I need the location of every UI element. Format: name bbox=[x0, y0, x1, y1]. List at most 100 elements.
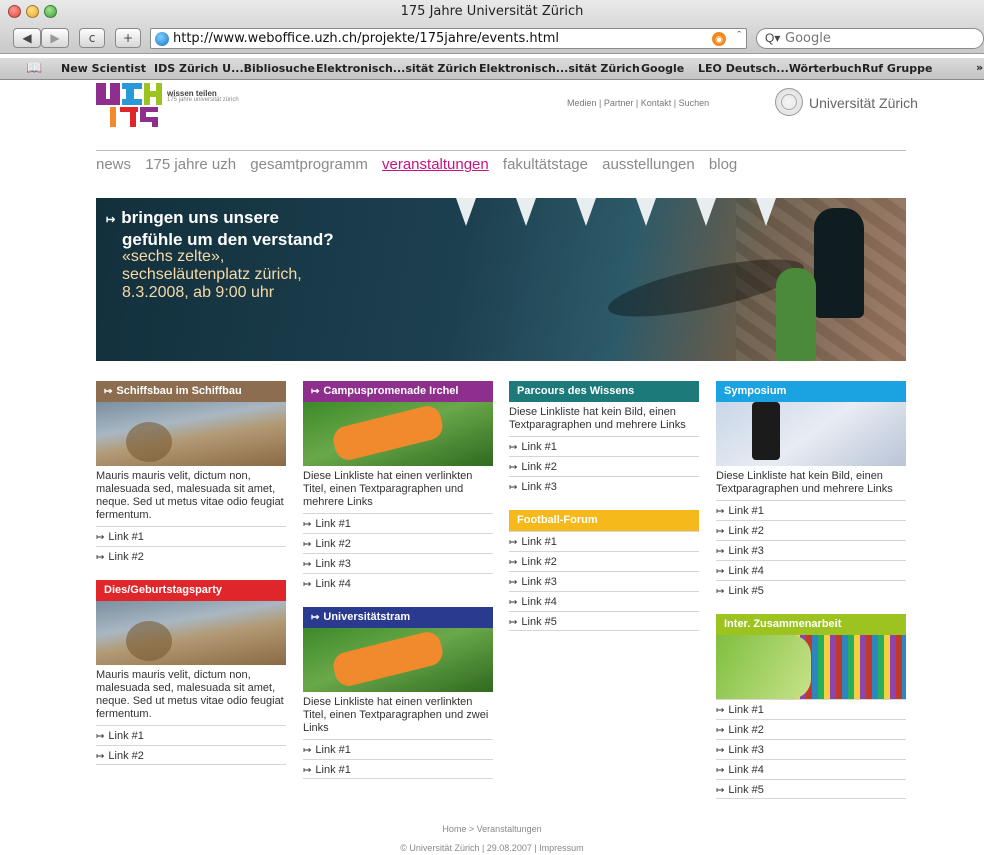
banner-details: «sechs zelte», sechseläutenplatz zürich,… bbox=[122, 248, 422, 302]
reload-button[interactable]: c bbox=[79, 28, 105, 48]
bookmark-item[interactable]: Elektronisch...sität Zürich bbox=[316, 62, 477, 75]
box-title[interactable]: Symposium bbox=[716, 381, 906, 402]
list-link[interactable]: ↦ Link #2 bbox=[509, 551, 699, 571]
box-text: Diese Linkliste hat kein Bild, einen Tex… bbox=[716, 470, 893, 495]
banner-line: gefühle um den verstand? bbox=[122, 230, 334, 249]
link-partner[interactable]: Partner bbox=[604, 98, 634, 108]
bookmark-item[interactable]: Google bbox=[641, 62, 684, 75]
bookmarks-overflow-icon[interactable]: » bbox=[976, 61, 983, 74]
list-link[interactable]: ↦ Link #5 bbox=[716, 779, 906, 799]
box-image bbox=[303, 628, 493, 692]
list-link[interactable]: ↦ Link #3 bbox=[303, 553, 493, 573]
chevron-up-icon[interactable]: ˆ bbox=[737, 30, 741, 42]
banner-person bbox=[776, 268, 816, 361]
list-link[interactable]: ↦ Link #1 bbox=[509, 531, 699, 551]
link-suchen[interactable]: Suchen bbox=[679, 98, 710, 108]
column-1: ↦ Schiffsbau im Schiffbau Mauris mauris v… bbox=[96, 381, 286, 765]
search-box[interactable]: Q▾ bbox=[756, 28, 984, 49]
bookmark-item[interactable]: Ruf Gruppe bbox=[862, 62, 932, 75]
list-link[interactable]: ↦ Link #3 bbox=[716, 739, 906, 759]
list-link[interactable]: ↦ Link #2 bbox=[96, 546, 286, 566]
back-button[interactable]: ◀ bbox=[13, 28, 41, 48]
list-link[interactable]: ↦ Link #2 bbox=[716, 719, 906, 739]
link-kontakt[interactable]: Kontakt bbox=[641, 98, 672, 108]
list-link[interactable]: ↦ Link #1 bbox=[303, 513, 493, 533]
bookmarks-bar: 📖 New Scientist IDS Zürich U...Bibliosuc… bbox=[0, 58, 984, 80]
list-link[interactable]: ↦ Link #4 bbox=[716, 560, 906, 580]
box-title[interactable]: ↦ Universitätstram bbox=[303, 607, 493, 628]
banner-line: «sechs zelte», bbox=[122, 248, 225, 265]
logo-subtagline: 175 jahre universität zürich bbox=[167, 97, 239, 103]
utility-links: Medien | Partner | Kontakt | Suchen bbox=[567, 98, 710, 108]
footer-copyright[interactable]: © Universität Zürich | 29.08.2007 | Impr… bbox=[0, 843, 984, 853]
rss-icon[interactable]: ◉ bbox=[712, 32, 726, 46]
box-image bbox=[96, 402, 286, 466]
box-text: Diese Linkliste hat einen verlinkten Tit… bbox=[303, 696, 489, 734]
list-link[interactable]: ↦ Link #3 bbox=[716, 540, 906, 560]
box-title[interactable]: ↦ Schiffsbau im Schiffbau bbox=[96, 381, 286, 402]
banner-headline: ↦ bringen uns unsere gefühle um den verst… bbox=[106, 208, 406, 250]
list-link[interactable]: ↦ Link #1 bbox=[716, 500, 906, 520]
list-link[interactable]: ↦ Link #1 bbox=[303, 739, 493, 759]
bookmark-item[interactable]: New Scientist bbox=[61, 62, 146, 75]
nav-ausstellungen[interactable]: ausstellungen bbox=[602, 156, 695, 173]
list-link[interactable]: ↦ Link #1 bbox=[96, 526, 286, 546]
university-name[interactable]: Universität Zürich bbox=[809, 95, 918, 111]
bookmark-item[interactable]: IDS Zürich U...Bibliosuche bbox=[154, 62, 315, 75]
box-text: Mauris mauris velit, dictum non, malesua… bbox=[96, 669, 284, 720]
box-title[interactable]: Dies/Geburtstagsparty bbox=[96, 580, 286, 601]
box-image bbox=[96, 601, 286, 665]
url-text[interactable]: http://www.weboffice.uzh.ch/projekte/175… bbox=[173, 31, 559, 46]
list-link[interactable]: ↦ Link #1 bbox=[303, 759, 493, 779]
nav-fakultaetstage[interactable]: fakultätstage bbox=[503, 156, 588, 173]
address-bar[interactable]: http://www.weboffice.uzh.ch/projekte/175… bbox=[150, 28, 747, 49]
link-medien[interactable]: Medien bbox=[567, 98, 597, 108]
box-title[interactable]: Inter. Zusammenarbeit bbox=[716, 614, 906, 635]
list-link[interactable]: ↦ Link #3 bbox=[509, 476, 699, 496]
box-title[interactable]: Parcours des Wissens bbox=[509, 381, 699, 402]
divider bbox=[96, 150, 906, 151]
arrow-icon: ↦ bbox=[106, 214, 116, 226]
list-link[interactable]: ↦ Link #3 bbox=[509, 571, 699, 591]
search-input[interactable] bbox=[785, 31, 975, 46]
column-4: Symposium Diese Linkliste hat kein Bild,… bbox=[716, 381, 906, 799]
bookmark-item[interactable]: Elektronisch...sität Zürich bbox=[479, 62, 640, 75]
banner-person bbox=[814, 208, 864, 318]
nav-gesamtprogramm[interactable]: gesamtprogramm bbox=[250, 156, 368, 173]
list-link[interactable]: ↦ Link #1 bbox=[716, 699, 906, 719]
nav-175-jahre-uzh[interactable]: 175 jahre uzh bbox=[145, 156, 236, 173]
list-link[interactable]: ↦ Link #5 bbox=[509, 611, 699, 631]
book-icon[interactable]: 📖 bbox=[26, 61, 42, 76]
box-title[interactable]: ↦ Campuspromenade Irchel bbox=[303, 381, 493, 402]
main-navigation: news 175 jahre uzh gesamtprogramm verans… bbox=[96, 156, 747, 173]
nav-news[interactable]: news bbox=[96, 156, 131, 173]
breadcrumb[interactable]: Home > Veranstaltungen bbox=[0, 824, 984, 834]
list-link[interactable]: ↦ Link #2 bbox=[509, 456, 699, 476]
list-link[interactable]: ↦ Link #1 bbox=[96, 725, 286, 745]
list-link[interactable]: ↦ Link #2 bbox=[303, 533, 493, 553]
box-image bbox=[303, 402, 493, 466]
uzh-seal-icon[interactable] bbox=[775, 88, 803, 116]
nav-veranstaltungen[interactable]: veranstaltungen bbox=[382, 156, 489, 173]
list-link[interactable]: ↦ Link #2 bbox=[96, 745, 286, 765]
box-title[interactable]: Football-Forum bbox=[509, 510, 699, 531]
add-bookmark-button[interactable]: + bbox=[115, 28, 141, 48]
list-link[interactable]: ↦ Link #4 bbox=[716, 759, 906, 779]
window-title: 175 Jahre Universität Zürich bbox=[400, 4, 584, 19]
title-bar: 175 Jahre Universität Zürich ◀ ▶ c + htt… bbox=[0, 0, 984, 54]
forward-button[interactable]: ▶ bbox=[41, 28, 69, 48]
box-image bbox=[716, 635, 906, 699]
list-link[interactable]: ↦ Link #4 bbox=[509, 591, 699, 611]
search-icon[interactable]: Q▾ bbox=[765, 31, 780, 45]
list-link[interactable]: ↦ Link #5 bbox=[716, 580, 906, 600]
list-link[interactable]: ↦ Link #2 bbox=[716, 520, 906, 540]
banner-line: sechseläutenplatz zürich, bbox=[122, 266, 302, 283]
banner-line: bringen uns unsere bbox=[121, 208, 279, 227]
uzh-175-logo[interactable] bbox=[96, 83, 164, 127]
bookmark-item[interactable]: LEO Deutsch...Wörterbuch bbox=[698, 62, 862, 75]
list-link[interactable]: ↦ Link #4 bbox=[303, 573, 493, 593]
list-link[interactable]: ↦ Link #1 bbox=[509, 436, 699, 456]
nav-blog[interactable]: blog bbox=[709, 156, 737, 173]
box-image bbox=[716, 402, 906, 466]
event-banner[interactable]: ↦ bringen uns unsere gefühle um den verst… bbox=[96, 198, 906, 361]
